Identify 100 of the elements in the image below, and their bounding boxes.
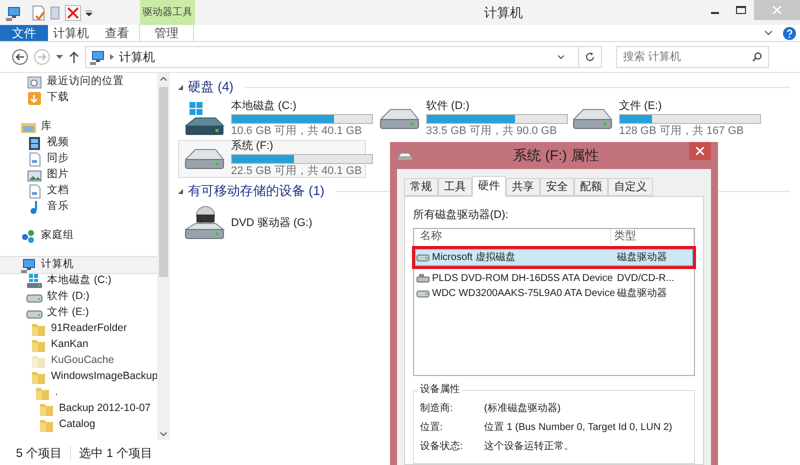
device-name: PLDS DVD-ROM DH-16D5S ATA Device [432,272,613,286]
expand-ribbon-icon [764,30,773,36]
nav-item[interactable]: 图片 [0,167,157,183]
clock-folder-icon [26,74,43,90]
drive-tile[interactable]: DVD 驱动器 (G:) [178,204,366,242]
nav-item[interactable]: WindowsImageBackup [0,369,157,385]
device-name: Microsoft 虚拟磁盘 [432,250,516,264]
device-row[interactable]: PLDS DVD-ROM DH-16D5S ATA Device DVD/CD-R... [416,270,692,286]
group-title: 设备属性 [418,382,462,396]
dialog-tab[interactable]: 工具 [438,178,472,196]
property-value: 这个设备运转正常。 [484,440,574,454]
free-space-text: 128 GB 可用，共 167 GB [619,125,745,138]
nav-item[interactable]: . [0,385,157,401]
dialog-tab[interactable]: 安全 [540,178,574,196]
hard-drive-icon [380,108,420,130]
computer-icon [5,4,21,20]
dialog-tab[interactable]: 共享 [506,178,540,196]
nav-item[interactable]: 本地磁盘 (C:) [0,273,157,289]
device-row[interactable]: WDC WD3200AAKS-75L9A0 ATA Device 磁盘驱动器 [416,286,692,300]
nav-item[interactable]: 最近访问的位置 [0,74,157,90]
nav-item[interactable]: 视频 [0,135,157,151]
drive-name: 软件 (D:) [426,100,470,113]
dialog-tab[interactable]: 配额 [574,178,608,196]
dialog-tab[interactable]: 硬件 [472,176,506,197]
computer-icon [89,49,105,65]
drive-tile[interactable]: 本地磁盘 (C:) 10.6 GB 可用，共 40.1 GB [178,100,366,138]
nav-item[interactable]: 文档 [0,183,157,199]
contextual-tab-header: 驱动器工具 [140,0,195,25]
list-label: 所有磁盘驱动器(D): [413,208,510,223]
group-header[interactable]: 硬盘 (4) [188,77,234,97]
group-header[interactable]: 有可移动存储的设备 (1) [188,181,324,201]
device-row[interactable]: Microsoft 虚拟磁盘 磁盘驱动器 [416,250,692,264]
dialog-tab[interactable]: 常规 [404,178,438,196]
collapse-triangle-icon [178,84,183,90]
ribbon-tab[interactable]: 查看 [94,25,140,41]
drive-tile[interactable]: 文件 (E:) 128 GB 可用，共 167 GB [566,100,754,138]
address-bar[interactable]: 计算机 [85,46,602,68]
drive-tile[interactable]: 软件 (D:) 33.5 GB 可用，共 90.0 GB [373,100,561,138]
scrollbar[interactable] [157,73,170,440]
close-button[interactable] [689,142,711,160]
drive-name: 文件 (E:) [619,100,663,113]
rename-icon [49,4,61,20]
free-space-text: 10.6 GB 可用，共 40.1 GB [231,125,363,138]
close-icon [773,6,781,14]
nav-item[interactable]: Backup 2012-10-07 [0,401,157,417]
device-name: WDC WD3200AAKS-75L9A0 ATA Device [432,286,616,300]
device-type: 磁盘驱动器 [616,250,667,264]
nav-item[interactable]: 库 [0,119,157,135]
up-button[interactable] [69,51,79,63]
nav-item[interactable]: 家庭组 [0,228,157,244]
maximize-icon [736,6,746,14]
up-arrow-icon [69,51,79,63]
device-type: DVD/CD-R... [616,272,674,286]
property-value: 位置 1 (Bus Number 0, Target Id 0, LUN 2) [484,420,672,434]
drive-icon [397,150,413,160]
nav-item[interactable]: 计算机 [0,257,157,273]
chevron-down-icon [557,54,565,60]
free-space-text: 22.5 GB 可用，共 40.1 GB [231,165,363,178]
drive-name: DVD 驱动器 (G:) [231,216,312,230]
properties-icon [31,4,45,20]
ribbon-tab[interactable]: 文件 [0,25,48,41]
refresh-icon [585,52,595,62]
dvd-drive-icon [185,206,225,240]
address-path: 计算机 [119,49,155,66]
property-label: 设备状态: [420,440,464,454]
scroll-up-icon [160,77,167,81]
nav-item[interactable]: KanKan [0,337,157,353]
collapse-triangle-icon [178,188,183,194]
column-header[interactable]: 类型 [610,228,694,244]
recent-locations-button[interactable] [56,55,63,59]
search-field[interactable]: 搜索 计算机 [616,46,769,68]
ribbon-tab[interactable]: 管理 [139,25,194,41]
caret-icon [56,55,63,59]
nav-item[interactable]: KuGouCache [0,353,157,369]
property-value: (标准磁盘驱动器) [484,402,561,416]
ribbon-tab[interactable]: 计算机 [48,25,94,41]
windows-drive-icon [26,272,43,290]
item-count: 5 个项目 [16,444,62,462]
windows-drive-icon [185,102,225,136]
homegroup-icon [20,228,37,244]
nav-item[interactable]: Catalog [0,417,157,433]
nav-item[interactable]: 音乐 [0,199,157,215]
drive-name: 本地磁盘 (C:) [231,100,298,113]
download-folder-icon [26,90,43,106]
column-header[interactable]: 名称 [414,228,611,244]
nav-item[interactable]: 同步 [0,151,157,167]
dropdown-icon [85,8,93,18]
nav-item[interactable]: 下载 [0,90,157,106]
drive-icon [416,288,430,298]
close-icon [696,147,704,155]
scroll-down-icon [160,432,167,436]
hard-drive-icon [185,148,225,170]
nav-item[interactable]: 91ReaderFolder [0,321,157,337]
drive-icon [416,252,430,262]
scrollbar-thumb[interactable] [159,87,168,277]
back-button[interactable] [12,49,28,65]
property-label: 制造商: [420,402,454,416]
nav-item[interactable]: 文件 (E:) [0,305,157,321]
dialog-tab[interactable]: 自定义 [608,178,653,196]
nav-item[interactable]: 软件 (D:) [0,289,157,305]
